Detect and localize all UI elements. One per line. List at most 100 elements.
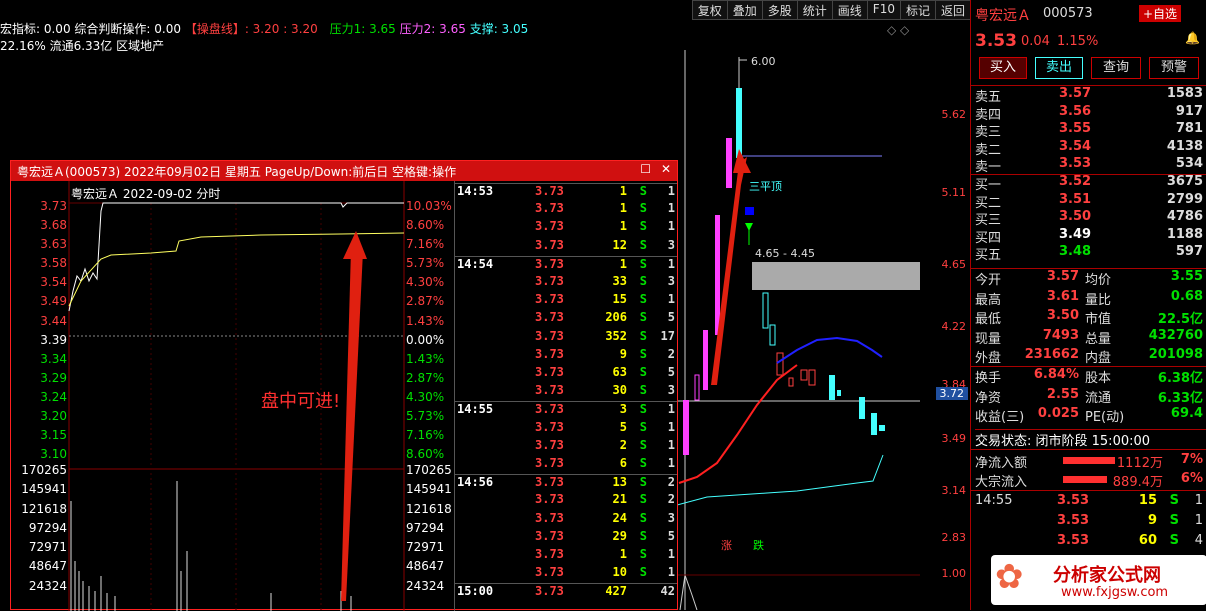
maximize-icon[interactable]: ☐: [640, 162, 651, 176]
ob-volume: 4786: [1166, 209, 1203, 225]
scale-tick: 2.83: [941, 531, 967, 544]
close-icon[interactable]: ✕: [661, 162, 671, 176]
candle: [736, 88, 742, 158]
toolbar-fuquan[interactable]: 复权: [691, 0, 728, 20]
tick-side: S: [639, 237, 647, 252]
bell-icon[interactable]: 🔔: [1185, 31, 1200, 45]
tick-row: 3.73 15 S 1: [455, 292, 677, 310]
tick-count: 1: [667, 565, 675, 580]
tick-price: 3.73: [535, 201, 564, 216]
ob-price: 3.49: [1059, 226, 1092, 242]
toolbar-diejia[interactable]: 叠加: [726, 0, 763, 20]
tick-price: 3.73: [535, 528, 564, 543]
intraday-chart[interactable]: [11, 181, 454, 611]
stock-code: 000573: [1043, 6, 1093, 21]
popup-title-text: 粤宏远Ａ(000573) 2022年09月02日 星期五 PageUp/Down…: [17, 165, 457, 179]
candle: [788, 377, 794, 387]
ind-op: 【操盘线】: 3.20 : 3.20: [184, 22, 318, 36]
tick-price: 3.73: [535, 547, 564, 561]
orderbook-row: 卖二 3.54 4138: [971, 139, 1206, 158]
last-price: 3.53: [975, 31, 1017, 51]
candle: [769, 324, 776, 346]
intraday-popup: 粤宏远Ａ(000573) 2022年09月02日 星期五 PageUp/Down…: [10, 160, 678, 611]
candle: [776, 352, 784, 376]
tick-time: 15:00: [457, 584, 494, 599]
tick-price: 3.73: [535, 492, 564, 507]
tick-volume: 1: [619, 547, 627, 561]
vol-axis-right: 170265 145941 121618 97294 72971 48647 24324: [406, 463, 452, 593]
tick-row: 3.73 1 S 1: [455, 219, 677, 237]
ob-price: 3.50: [1059, 209, 1092, 225]
ind-p2: 压力2: 3.65: [399, 22, 466, 36]
toolbar-biaoji[interactable]: 标记: [899, 0, 936, 20]
add-watchlist-button[interactable]: +自选: [1139, 5, 1182, 22]
tick-row: 3.73 12 S 3: [455, 238, 677, 256]
tick-side: S: [639, 547, 647, 561]
ob-volume: 917: [1175, 103, 1203, 119]
tick-count: 3: [667, 383, 675, 398]
toolbar-fanhui[interactable]: 返回: [934, 0, 971, 20]
query-button[interactable]: 查询: [1091, 57, 1141, 79]
tick-volume: 10: [612, 565, 627, 580]
tick-price: 3.73: [535, 402, 564, 417]
tick-side: S: [639, 292, 647, 307]
tick-volume: 1: [619, 219, 627, 234]
ob-label: 卖一: [975, 160, 1002, 176]
tick-side: S: [639, 456, 647, 470]
ob-price: 3.48: [1059, 244, 1092, 260]
popup-title[interactable]: 粤宏远Ａ(000573) 2022年09月02日 星期五 PageUp/Down…: [11, 161, 677, 181]
tick-volume: 15: [612, 292, 627, 307]
toolbar-tongji[interactable]: 统计: [796, 0, 833, 20]
ob-label: 卖二: [975, 142, 1002, 158]
stat-label: 外盘: [975, 351, 1002, 366]
stat-value-2: 432760: [1148, 327, 1203, 343]
tick-count: 42: [660, 584, 675, 599]
sub-chart-line: [679, 574, 698, 610]
tick-side: S: [639, 274, 647, 288]
tick-count: 5: [667, 365, 675, 379]
stat-value-2: 3.55: [1170, 269, 1203, 284]
stat-label-2: 内盘: [1085, 351, 1112, 366]
tick-list[interactable]: 14:53 3.73 1 S 1 3.73 1 S 1 3.73 1 S 1 3.73 12 S 3 14:54 3…: [454, 181, 678, 611]
toolbar-f10[interactable]: F10: [866, 0, 901, 20]
tick-side: S: [639, 383, 647, 398]
tick-count: 3: [667, 510, 675, 525]
stat-label: 今开: [975, 273, 1002, 288]
tick-price: 3.73: [535, 565, 564, 580]
trade-price: 3.53: [1057, 533, 1090, 548]
tick-time: 14:53: [457, 184, 494, 198]
ob-volume: 1583: [1166, 86, 1203, 101]
orderbook-row: 卖五 3.57 1583: [971, 86, 1206, 105]
stat-value-2: 6.38亿: [1157, 371, 1203, 386]
alert-button[interactable]: 预警: [1149, 57, 1199, 79]
watermark-text: 分析家公式网: [1053, 565, 1161, 586]
tick-side: S: [639, 219, 647, 234]
scale-tick: 1.00: [941, 567, 967, 580]
stat-label: 净资: [975, 390, 1002, 406]
toolbar-duogu[interactable]: 多股: [761, 0, 798, 20]
tick-volume: 21: [612, 492, 627, 507]
tick-row: 3.73 2 S 1: [455, 438, 677, 456]
orderbook-row: 买三 3.50 4786: [971, 209, 1206, 228]
stat-label: 最高: [975, 292, 1002, 308]
tick-side: S: [639, 365, 647, 379]
scale-tick: 3.49: [941, 432, 967, 445]
sell-button[interactable]: 卖出: [1035, 57, 1083, 79]
stat-row: 最低 3.50 市值 22.5亿: [971, 308, 1206, 327]
tick-side: S: [639, 184, 647, 198]
tick-side: S: [639, 492, 647, 507]
tick-price: 3.73: [535, 510, 564, 525]
tick-row: 3.73 10 S 1: [455, 565, 677, 583]
diamond-icon[interactable]: ◇ ◇: [887, 23, 909, 37]
orderbook-row: 买一 3.52 3675: [971, 174, 1206, 193]
buy-button[interactable]: 买入: [979, 57, 1027, 79]
stat-value: 6.84%: [1033, 367, 1079, 382]
orderbook-row: 买五 3.48 597: [971, 244, 1206, 263]
toolbar-huaxian[interactable]: 画线: [831, 0, 868, 20]
tick-side: S: [639, 328, 647, 343]
tick-volume: 30: [612, 383, 627, 398]
tick-price: 3.73: [535, 584, 564, 599]
tick-price: 3.73: [535, 292, 564, 307]
tick-side: S: [639, 437, 647, 452]
stat-row: 现量 7493 总量 432760: [971, 328, 1206, 347]
